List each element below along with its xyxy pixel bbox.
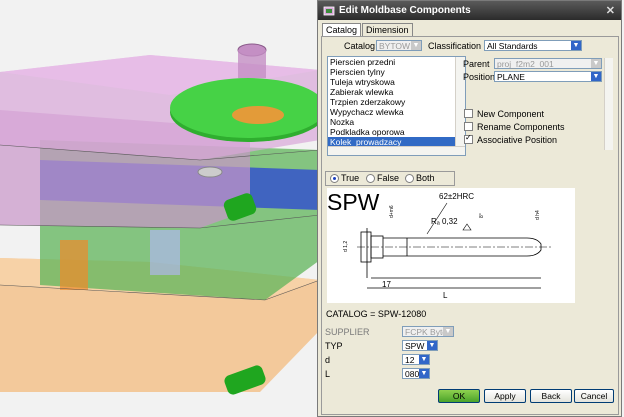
catalog-select[interactable]: BYTOW ▼ bbox=[376, 40, 422, 51]
l-label: L bbox=[325, 369, 331, 379]
catalog-code: CATALOG = SPW-12080 bbox=[326, 309, 427, 319]
filter-group: True False Both bbox=[325, 171, 455, 186]
drawing-dim-8: 8° bbox=[479, 213, 485, 218]
guide-pin-drawing: SPW 62±2HRC Rₐ 0,32 d+m6 d h4 d 1,2 8° 1… bbox=[327, 189, 552, 300]
chevron-down-icon: ▼ bbox=[419, 355, 429, 364]
parent-label: Parent bbox=[463, 59, 490, 69]
back-button[interactable]: Back bbox=[530, 389, 572, 403]
typ-label: TYP bbox=[325, 341, 343, 351]
drawing-code: SPW bbox=[327, 189, 380, 215]
radio-false-label: False bbox=[377, 173, 400, 183]
classification-select[interactable]: All Standards ▼ bbox=[484, 40, 582, 51]
parent-select[interactable]: proj_f2m2_001 ▼ bbox=[494, 58, 602, 69]
l-value: 080 bbox=[405, 369, 420, 379]
chevron-down-icon: ▼ bbox=[419, 369, 429, 378]
drawing-dim-h4: d h4 bbox=[535, 210, 541, 220]
supplier-label: SUPPLIER bbox=[325, 327, 370, 337]
tab-catalog[interactable]: Catalog bbox=[322, 23, 362, 37]
list-item[interactable]: Tuleja wtryskowa bbox=[328, 77, 465, 87]
dialog-titlebar[interactable]: Edit Moldbase Components ✕ bbox=[318, 1, 621, 20]
parent-value: proj_f2m2_001 bbox=[497, 59, 554, 69]
new-component-checkbox[interactable] bbox=[464, 109, 473, 118]
new-component-label: New Component bbox=[477, 109, 545, 119]
list-item[interactable]: Podkladka oporowa bbox=[328, 127, 465, 137]
radio-true-label: True bbox=[341, 173, 360, 183]
chevron-down-icon: ▼ bbox=[591, 59, 601, 68]
associative-position-label: Associative Position bbox=[477, 135, 558, 145]
dialog-title: Edit Moldbase Components bbox=[339, 5, 471, 16]
radio-both-label: Both bbox=[416, 173, 435, 183]
tab-dimension[interactable]: Dimension bbox=[362, 23, 413, 36]
radio-true[interactable] bbox=[330, 174, 339, 183]
ok-button[interactable]: OK bbox=[438, 389, 480, 403]
position-value: PLANE bbox=[497, 72, 525, 82]
d-label: d bbox=[325, 355, 331, 365]
l-select[interactable]: 080 ▼ bbox=[402, 368, 430, 379]
d-value: 12 bbox=[405, 355, 415, 365]
list-item[interactable]: Pierscien przedni bbox=[328, 57, 465, 67]
catalog-panel: Catalog BYTOW ▼ Classification All Stand… bbox=[321, 36, 619, 415]
drawing-dim-d6: d+m6 bbox=[389, 205, 395, 218]
chevron-down-icon: ▼ bbox=[591, 72, 601, 81]
component-list[interactable]: Pierscien przedni Pierscien tylny Tuleja… bbox=[327, 56, 466, 156]
rename-components-label: Rename Components bbox=[477, 122, 565, 132]
cancel-button[interactable]: Cancel bbox=[574, 389, 614, 403]
position-select[interactable]: PLANE ▼ bbox=[494, 71, 602, 82]
list-item[interactable]: Zabierak wlewka bbox=[328, 87, 465, 97]
apply-button[interactable]: Apply bbox=[484, 389, 526, 403]
component-drawing: SPW 62±2HRC Rₐ 0,32 d+m6 d h4 d 1,2 8° 1… bbox=[327, 188, 575, 303]
classification-label: Classification bbox=[428, 41, 482, 51]
drawing-length-fixed: 17 bbox=[382, 280, 391, 289]
typ-value: SPW bbox=[405, 341, 425, 351]
supplier-select[interactable]: FCPK Bytow ▼ bbox=[402, 326, 454, 337]
catalog-value: BYTOW bbox=[379, 41, 411, 51]
typ-select[interactable]: SPW ▼ bbox=[402, 340, 438, 351]
catalog-label: Catalog bbox=[344, 41, 376, 51]
position-label: Position bbox=[463, 72, 496, 82]
d-select[interactable]: 12 ▼ bbox=[402, 354, 430, 365]
chevron-down-icon: ▼ bbox=[571, 41, 581, 50]
drawing-hardness: 62±2HRC bbox=[439, 192, 474, 201]
close-icon[interactable]: ✕ bbox=[606, 4, 615, 17]
list-item[interactable]: Pierscien tylny bbox=[328, 67, 465, 77]
moldbase-icon bbox=[323, 6, 335, 15]
list-horizontal-scrollbar[interactable] bbox=[328, 146, 465, 155]
drawing-length-var: L bbox=[443, 291, 448, 300]
list-item[interactable]: Trzpien zderzakowy bbox=[328, 97, 465, 107]
list-item[interactable]: Wypychacz wlewka bbox=[328, 107, 465, 117]
chevron-down-icon: ▼ bbox=[427, 341, 437, 350]
radio-false[interactable] bbox=[366, 174, 375, 183]
list-item[interactable]: Nozka bbox=[328, 117, 465, 127]
options-vertical-scrollbar[interactable] bbox=[604, 58, 613, 150]
chevron-down-icon: ▼ bbox=[411, 41, 421, 50]
associative-position-checkbox[interactable] bbox=[464, 133, 473, 144]
classification-value: All Standards bbox=[487, 41, 538, 51]
rename-components-checkbox[interactable] bbox=[464, 122, 473, 131]
radio-both[interactable] bbox=[405, 174, 414, 183]
drawing-dim-d12: d 1,2 bbox=[343, 241, 349, 252]
edit-moldbase-dialog: Edit Moldbase Components ✕ Catalog Dimen… bbox=[317, 0, 622, 417]
chevron-down-icon: ▼ bbox=[443, 327, 453, 336]
